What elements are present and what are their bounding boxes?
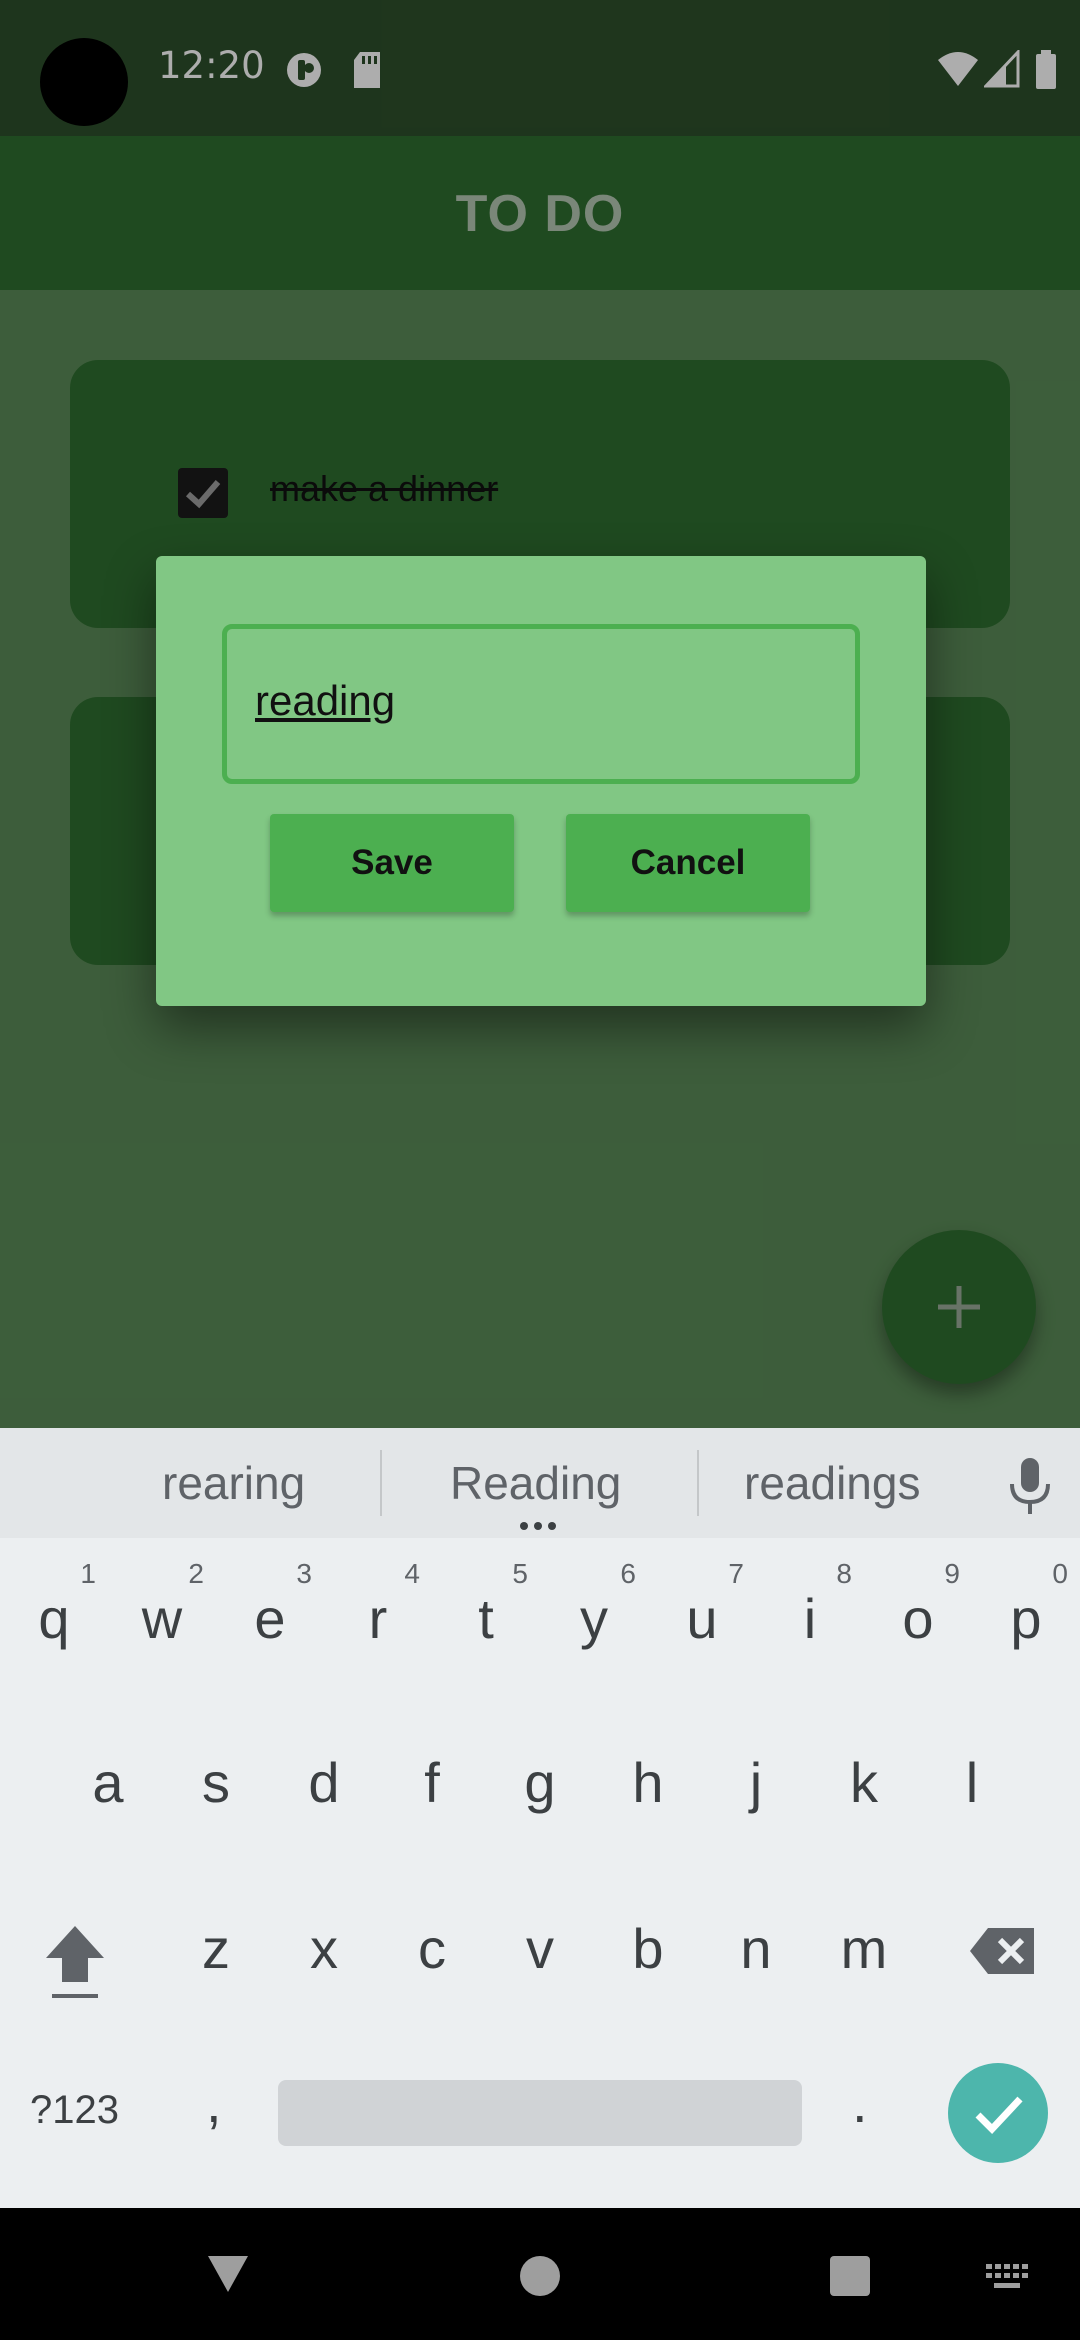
key-hint: 4	[404, 1558, 420, 1589]
backspace-icon[interactable]	[968, 1924, 1038, 1978]
task-input-text[interactable]: reading	[255, 677, 395, 725]
key-hint: 6	[620, 1558, 636, 1589]
key-hint: 2	[188, 1558, 204, 1589]
enter-key[interactable]	[948, 2063, 1048, 2163]
key-x[interactable]: x	[274, 1888, 374, 2018]
key-label: e	[254, 1587, 286, 1650]
key-label: j	[749, 1751, 763, 1814]
key-label: s	[202, 1751, 230, 1814]
key-w[interactable]: w2	[112, 1558, 212, 1688]
period-key[interactable]: .	[852, 2070, 868, 2135]
key-hint: 7	[728, 1558, 744, 1589]
key-label: x	[310, 1917, 338, 1980]
system-nav-bar	[0, 2208, 1080, 2340]
key-b[interactable]: b	[598, 1888, 698, 2018]
key-label: d	[308, 1751, 340, 1814]
suggestion-1[interactable]: rearing	[162, 1456, 305, 1510]
suggestion-3[interactable]: readings	[744, 1456, 920, 1510]
key-j[interactable]: j	[706, 1722, 806, 1852]
key-hint: 1	[80, 1558, 96, 1589]
key-hint: 9	[944, 1558, 960, 1589]
key-hint: 5	[512, 1558, 528, 1589]
key-f[interactable]: f	[382, 1722, 482, 1852]
key-label: v	[526, 1917, 554, 1980]
edit-task-dialog: reading Save Cancel	[156, 556, 926, 1006]
key-label: g	[524, 1751, 556, 1814]
task-input-field[interactable]: reading	[222, 624, 860, 784]
key-l[interactable]: l	[922, 1722, 1022, 1852]
key-label: q	[38, 1587, 70, 1650]
key-label: p	[1010, 1587, 1042, 1650]
key-q[interactable]: q1	[4, 1558, 104, 1688]
key-n[interactable]: n	[706, 1888, 806, 2018]
key-label: m	[840, 1917, 888, 1980]
soft-keyboard: rearing Reading readings q1w2e3r4t5y6u7i…	[0, 1428, 1080, 2208]
key-o[interactable]: o9	[868, 1558, 968, 1688]
key-hint: 8	[836, 1558, 852, 1589]
suggestion-2[interactable]: Reading	[450, 1456, 621, 1510]
key-u[interactable]: u7	[652, 1558, 752, 1688]
suggestion-divider	[697, 1450, 699, 1516]
key-g[interactable]: g	[490, 1722, 590, 1852]
key-label: u	[686, 1587, 718, 1650]
key-z[interactable]: z	[166, 1888, 266, 2018]
suggestion-strip: rearing Reading readings	[0, 1428, 1080, 1538]
back-icon[interactable]	[204, 2252, 252, 2296]
key-label: c	[418, 1917, 446, 1980]
key-t[interactable]: t5	[436, 1558, 536, 1688]
key-label: z	[202, 1917, 230, 1980]
key-a[interactable]: a	[58, 1722, 158, 1852]
save-button[interactable]: Save	[270, 814, 514, 912]
key-i[interactable]: i8	[760, 1558, 860, 1688]
key-r[interactable]: r4	[328, 1558, 428, 1688]
checkmark-icon	[975, 2096, 1023, 2135]
key-label: n	[740, 1917, 772, 1980]
key-label: r	[368, 1587, 388, 1650]
symbols-key[interactable]: ?123	[30, 2088, 119, 2133]
key-c[interactable]: c	[382, 1888, 482, 2018]
key-label: b	[632, 1917, 664, 1980]
microphone-icon[interactable]	[1004, 1456, 1056, 1516]
key-y[interactable]: y6	[544, 1558, 644, 1688]
key-e[interactable]: e3	[220, 1558, 320, 1688]
key-label: w	[141, 1587, 183, 1650]
key-label: l	[965, 1751, 979, 1814]
key-d[interactable]: d	[274, 1722, 374, 1852]
shift-key-icon[interactable]	[40, 1918, 110, 2008]
recents-icon[interactable]	[828, 2254, 872, 2298]
key-hint: 0	[1052, 1558, 1068, 1589]
key-p[interactable]: p0	[976, 1558, 1076, 1688]
comma-key[interactable]: ,	[206, 2070, 222, 2135]
key-label: h	[632, 1751, 664, 1814]
key-label: y	[580, 1587, 608, 1650]
key-h[interactable]: h	[598, 1722, 698, 1852]
key-hint: 3	[296, 1558, 312, 1589]
space-key[interactable]	[278, 2080, 802, 2146]
key-label: f	[424, 1751, 440, 1814]
keyboard-switch-icon[interactable]	[986, 2264, 1030, 2294]
key-label: k	[850, 1751, 878, 1814]
home-icon[interactable]	[518, 2254, 562, 2298]
more-suggestions-icon[interactable]	[516, 1520, 560, 1532]
key-s[interactable]: s	[166, 1722, 266, 1852]
cancel-button[interactable]: Cancel	[566, 814, 810, 912]
key-label: t	[478, 1587, 494, 1650]
key-v[interactable]: v	[490, 1888, 590, 2018]
key-label: a	[92, 1751, 124, 1814]
key-label: o	[902, 1587, 934, 1650]
key-label: i	[803, 1587, 817, 1650]
suggestion-divider	[380, 1450, 382, 1516]
key-k[interactable]: k	[814, 1722, 914, 1852]
key-m[interactable]: m	[814, 1888, 914, 2018]
